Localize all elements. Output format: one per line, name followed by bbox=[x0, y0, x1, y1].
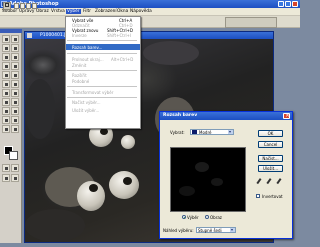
rock bbox=[143, 41, 199, 65]
minimize-button[interactable] bbox=[278, 1, 284, 7]
menu-separator bbox=[67, 40, 137, 41]
menu-item-rozsirit[interactable]: Rozšířit bbox=[72, 73, 87, 78]
toolbox-header bbox=[0, 29, 22, 33]
selection-preview[interactable] bbox=[170, 147, 246, 212]
invertovat-label: Invertovat bbox=[262, 194, 283, 199]
menu-shortcut: Shift+Ctrl+I bbox=[107, 33, 132, 38]
radio-vyber[interactable] bbox=[182, 215, 186, 219]
menu-item-transformovat-vyber[interactable]: Transformovat výběr bbox=[72, 90, 113, 95]
eraser-tool-icon[interactable] bbox=[2, 80, 10, 88]
menu-item-podobne[interactable]: Podobné bbox=[72, 79, 89, 84]
intersect-selection-icon[interactable] bbox=[32, 3, 37, 9]
add-selection-icon[interactable] bbox=[20, 3, 25, 9]
crop-tool-icon[interactable] bbox=[2, 53, 10, 61]
palette-well[interactable] bbox=[225, 17, 277, 28]
radio-obraz-label: Obraz bbox=[210, 215, 222, 220]
lasso-tool-icon[interactable] bbox=[2, 44, 10, 52]
marquee-tool-icon[interactable] bbox=[2, 35, 10, 43]
invertovat-checkbox[interactable] bbox=[256, 194, 260, 198]
ulozit-button[interactable]: Uložit... bbox=[258, 165, 283, 172]
puffball-opening bbox=[100, 128, 108, 135]
blur-tool-icon[interactable] bbox=[2, 89, 10, 97]
notes-tool-icon[interactable] bbox=[2, 116, 10, 124]
color-swatch-icon bbox=[192, 130, 197, 134]
eyedropper-minus-icon[interactable] bbox=[276, 178, 282, 184]
ok-button[interactable]: OK bbox=[258, 130, 283, 137]
marquee-icon bbox=[5, 3, 9, 7]
subtract-selection-icon[interactable] bbox=[26, 3, 31, 9]
preview-blob bbox=[211, 178, 223, 186]
nahled-label: Náhled výběru: bbox=[163, 228, 194, 233]
menu-separator bbox=[67, 97, 137, 98]
radio-obraz[interactable] bbox=[205, 215, 209, 219]
zoom-tool-icon[interactable] bbox=[11, 125, 19, 133]
menu-item-inverze[interactable]: Inverze bbox=[72, 33, 87, 38]
eyedropper-plus-icon[interactable] bbox=[266, 178, 272, 184]
dodge-tool-icon[interactable] bbox=[11, 89, 19, 97]
menu-item-rozsah-barev[interactable]: Rozsah barev... bbox=[72, 45, 102, 50]
rock bbox=[25, 209, 85, 242]
menu-vrstva[interactable]: Vrstva bbox=[51, 9, 65, 14]
menu-item-zmenit[interactable]: Změnit bbox=[72, 63, 86, 68]
radio-vyber-label: Výběr bbox=[187, 215, 199, 220]
standard-mode-icon[interactable] bbox=[2, 164, 10, 172]
puffball-mushroom bbox=[121, 135, 135, 149]
cancel-button[interactable]: Cancel bbox=[258, 141, 283, 148]
menu-item-prolnout-okraj[interactable]: Prolnout okraj... bbox=[72, 57, 104, 62]
vybrat-value: Modré bbox=[199, 130, 212, 135]
menu-item-ulozit-vyber[interactable]: Uložit výběr... bbox=[72, 108, 99, 113]
pen-tool-icon[interactable] bbox=[2, 107, 10, 115]
brush-tool-icon[interactable] bbox=[11, 62, 19, 70]
menu-vyber[interactable]: Výběr bbox=[66, 9, 81, 14]
quick-mask-mode-icon[interactable] bbox=[11, 164, 19, 172]
magic-wand-tool-icon[interactable] bbox=[11, 44, 19, 52]
menu-zobrazeni[interactable]: Zobrazení bbox=[95, 9, 117, 14]
menu-shortcut: Alt+Ctrl+D bbox=[111, 57, 134, 62]
shape-tool-icon[interactable] bbox=[11, 107, 19, 115]
menu-napoveda[interactable]: Nápověda bbox=[130, 9, 152, 14]
menu-okna[interactable]: Okna bbox=[117, 9, 128, 14]
slice-tool-icon[interactable] bbox=[11, 53, 19, 61]
new-selection-icon[interactable] bbox=[14, 3, 19, 9]
selection-mode-buttons bbox=[14, 3, 38, 10]
menu-item-nacist-vyber[interactable]: Načíst výběr... bbox=[72, 100, 101, 105]
dialog-title: Rozsah barev bbox=[163, 113, 198, 118]
path-selection-tool-icon[interactable] bbox=[2, 98, 10, 106]
hand-tool-icon[interactable] bbox=[2, 125, 10, 133]
eyedropper-icon[interactable] bbox=[256, 178, 262, 184]
puffball-mushroom bbox=[109, 171, 139, 199]
menu-separator bbox=[67, 70, 137, 71]
preview-blob bbox=[179, 186, 195, 196]
gradient-tool-icon[interactable] bbox=[11, 80, 19, 88]
move-tool-icon[interactable] bbox=[11, 35, 19, 43]
dialog-close-icon[interactable] bbox=[283, 112, 290, 120]
vybrat-label: Vybrat: bbox=[170, 130, 185, 135]
clone-stamp-tool-icon[interactable] bbox=[2, 71, 10, 79]
rock bbox=[25, 79, 55, 139]
maximize-button[interactable] bbox=[285, 1, 291, 7]
healing-brush-tool-icon[interactable] bbox=[2, 62, 10, 70]
screen-mode-icon[interactable] bbox=[2, 174, 10, 182]
document-icon bbox=[27, 33, 32, 38]
background-color-swatch[interactable] bbox=[9, 151, 18, 160]
nahled-value: Stupně šedi bbox=[198, 228, 222, 233]
menu-filtr[interactable]: Filtr bbox=[83, 9, 91, 14]
chevron-down-icon bbox=[228, 130, 233, 134]
menu-separator bbox=[67, 86, 137, 87]
menu-separator bbox=[67, 53, 137, 54]
fullscreen-mode-icon[interactable] bbox=[11, 174, 19, 182]
type-tool-icon[interactable] bbox=[11, 98, 19, 106]
history-brush-tool-icon[interactable] bbox=[11, 71, 19, 79]
nacist-button[interactable]: Načíst... bbox=[258, 155, 283, 162]
chevron-down-icon bbox=[230, 228, 235, 232]
puffball-opening bbox=[89, 184, 98, 192]
preview-blob bbox=[195, 162, 209, 172]
close-button[interactable] bbox=[292, 1, 298, 7]
eyedropper-tool-icon[interactable] bbox=[11, 116, 19, 124]
puffball-opening bbox=[123, 177, 132, 185]
